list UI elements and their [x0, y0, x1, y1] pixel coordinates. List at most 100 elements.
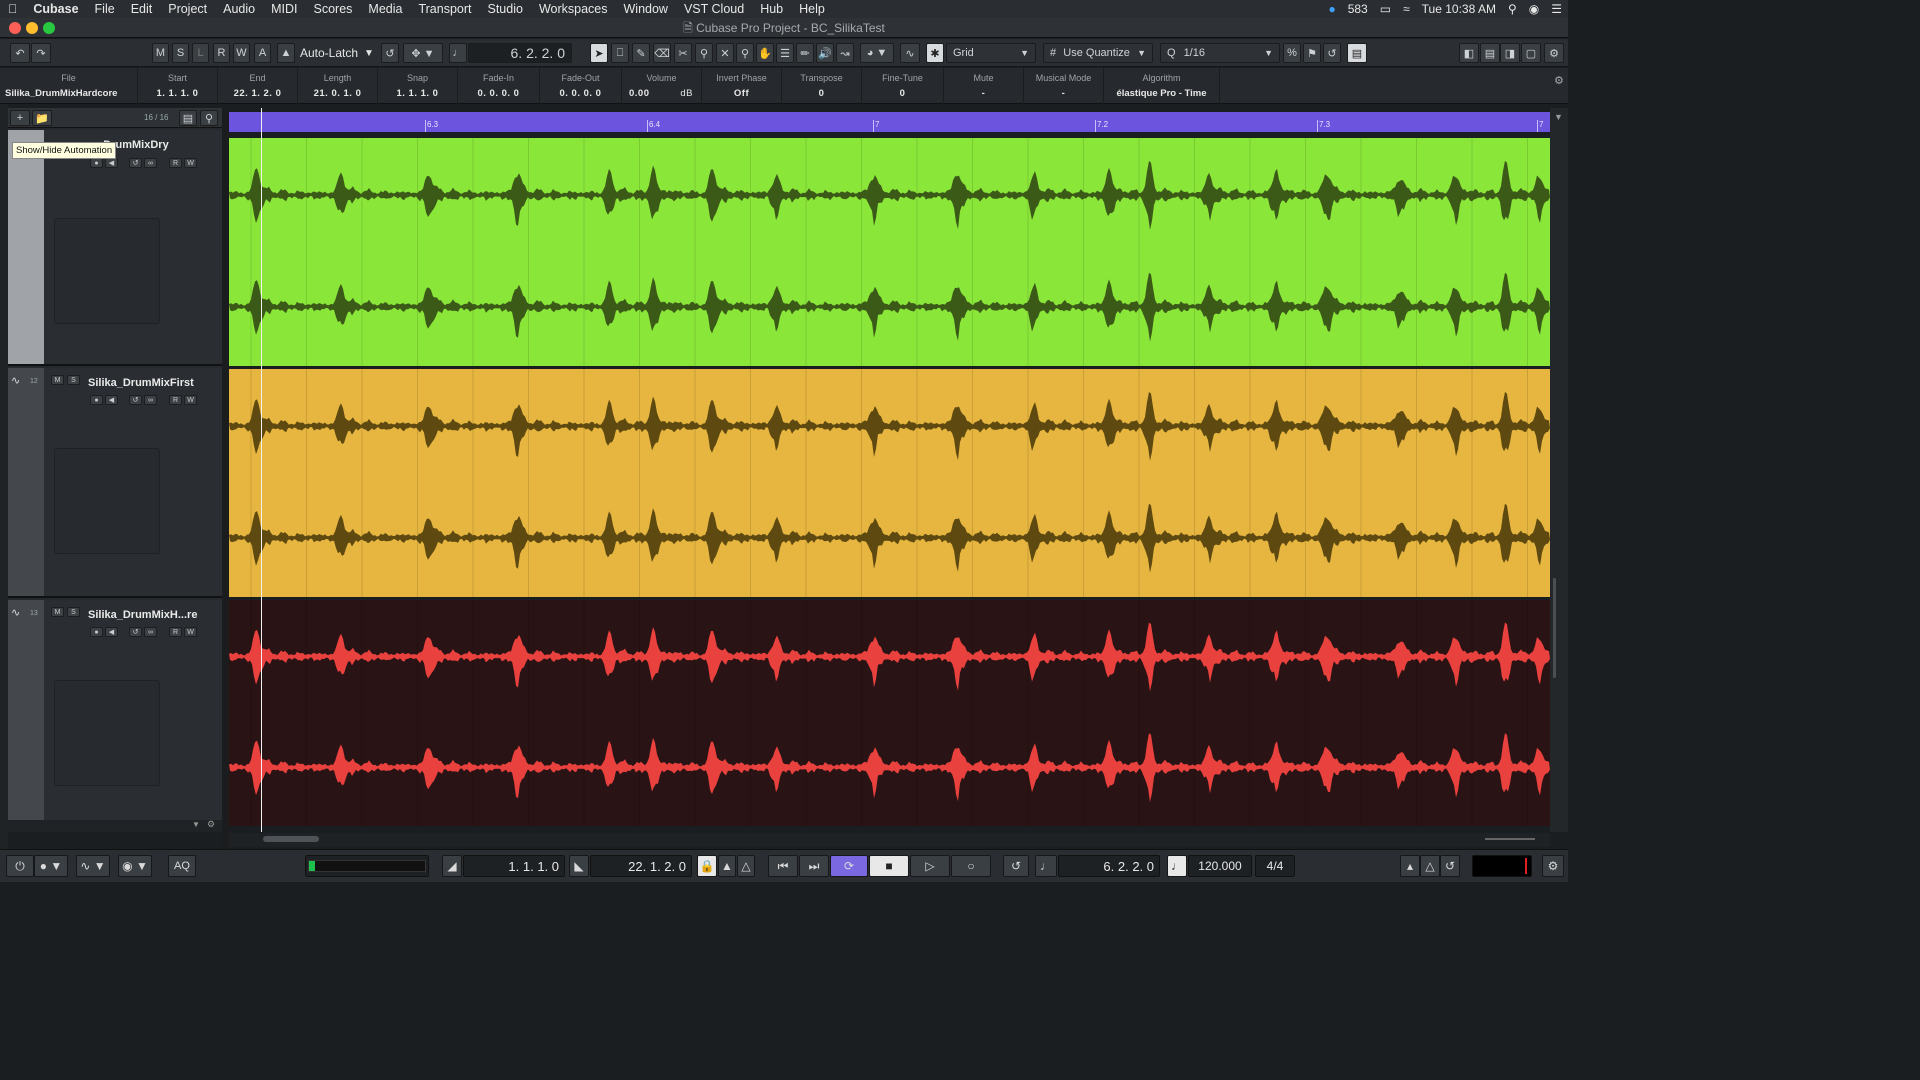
menu-workspaces[interactable]: Workspaces — [531, 2, 616, 16]
cycle-icon[interactable]: ⟳ — [830, 855, 868, 877]
chevron-down-icon[interactable]: ▼ — [364, 43, 374, 63]
midi-activity-icon[interactable]: ◉ ▼ — [118, 855, 152, 877]
track-name[interactable]: Silika_DrumMixH...re — [88, 609, 197, 621]
lanes-icon[interactable]: ∞ — [144, 158, 157, 168]
follow-icon[interactable]: ↺ — [1003, 855, 1029, 877]
info-volume[interactable]: Volume 0.00 dB — [622, 68, 702, 104]
split-tool-icon[interactable]: ✎ — [632, 43, 650, 63]
quantize-value-select[interactable]: Q 1/16 ▼ — [1160, 43, 1280, 63]
tempo-track-icon[interactable]: ♩ — [1167, 855, 1187, 877]
left-locator-display[interactable]: 1. 1. 1. 0 — [463, 855, 565, 877]
record-mode-icon[interactable]: ● ▼ — [34, 855, 68, 877]
left-locator-icon[interactable]: ◢ — [442, 855, 462, 877]
info-end[interactable]: End 22. 1. 2. 0 — [218, 68, 298, 104]
track-name[interactable]: Silika_DrumMixFirst — [88, 377, 194, 389]
gear-icon[interactable]: ⚙ — [1542, 855, 1564, 877]
mute-button[interactable]: M — [51, 375, 64, 385]
zoom-window-button[interactable] — [43, 22, 55, 34]
position-display[interactable]: 6. 2. 2. 0 — [468, 43, 572, 63]
lower-zone-toggle-icon[interactable]: ▤ — [1480, 43, 1500, 63]
left-zone-icon[interactable]: ◧ — [1459, 43, 1479, 63]
info-mute[interactable]: Mute - — [944, 68, 1024, 104]
chevron-down-icon[interactable]: ▼ — [1554, 112, 1563, 122]
undo-icon[interactable]: ↶ — [10, 43, 30, 63]
erase-tool-icon[interactable]: ⌫ — [653, 43, 671, 63]
info-invert-phase[interactable]: Invert Phase Off — [702, 68, 782, 104]
record-icon[interactable]: ○ — [951, 855, 991, 877]
range-tool-icon[interactable]: ⎕ — [611, 43, 629, 63]
spotlight-icon[interactable]: ⚲ — [1508, 2, 1517, 16]
listen-state-button[interactable]: L — [192, 43, 209, 63]
metronome-note-icon[interactable]: ♩ — [449, 43, 467, 63]
search-icon[interactable]: ⚲ — [200, 110, 218, 126]
siri-icon[interactable]: ◉ — [1529, 2, 1539, 16]
speaker-tool-icon[interactable]: 🔊 — [816, 43, 834, 63]
lock-icon[interactable]: 🔒 — [697, 855, 717, 877]
lower-zone-icon[interactable]: ▤ — [1347, 43, 1367, 63]
comp-tool-icon[interactable]: ☰ — [776, 43, 794, 63]
menu-midi[interactable]: MIDI — [263, 2, 305, 16]
lanes-icon[interactable]: ∞ — [144, 395, 157, 405]
record-enable-icon[interactable]: ● — [90, 627, 103, 637]
right-locator-display[interactable]: 22. 1. 2. 0 — [590, 855, 692, 877]
write-automation-button[interactable]: W — [184, 627, 197, 637]
solo-state-button[interactable]: S — [172, 43, 189, 63]
monitor-icon[interactable]: ◀ — [105, 627, 118, 637]
menu-studio[interactable]: Studio — [480, 2, 531, 16]
folder-icon[interactable]: 📁 — [32, 110, 52, 126]
monitor-state-button[interactable]: A — [254, 43, 271, 63]
color-tool-icon[interactable]: ◕ ▼ — [860, 43, 894, 63]
monitor-icon[interactable]: ◀ — [105, 395, 118, 405]
menu-help[interactable]: Help — [791, 2, 833, 16]
audio-performance-icon[interactable]: ∿ ▼ — [76, 855, 110, 877]
clock[interactable]: Tue 10:38 AM — [1422, 2, 1496, 16]
track-drummixdry[interactable]: ..._DrumMixDry ● ◀ ↺ ∞ R W — [8, 130, 222, 366]
write-automation-button[interactable]: W — [184, 158, 197, 168]
hand-tool-icon[interactable]: ✋ — [756, 43, 774, 63]
quantize-mode-select[interactable]: # Use Quantize ▼ — [1043, 43, 1153, 63]
automation-mode-select[interactable]: Auto-Latch — [300, 43, 358, 63]
wifi-icon[interactable]: ≈ — [1403, 2, 1410, 16]
gear-icon[interactable]: ⚙ — [207, 819, 215, 830]
mute-button[interactable]: M — [51, 607, 64, 617]
tracklist-divider[interactable] — [222, 108, 229, 849]
menu-hub[interactable]: Hub — [752, 2, 791, 16]
scroll-thumb[interactable] — [1553, 578, 1556, 678]
solo-button[interactable]: S — [67, 607, 80, 617]
zoom-tool-icon[interactable]: ⚲ — [695, 43, 713, 63]
vertical-scrollbar[interactable]: ▼ — [1550, 108, 1568, 832]
click-icon[interactable]: ▴ — [1400, 855, 1420, 877]
stop-icon[interactable]: ■ — [869, 855, 909, 877]
timebase-icon[interactable]: ↺ — [129, 627, 142, 637]
display-icon[interactable]: ▭ — [1380, 2, 1391, 16]
info-musical-mode[interactable]: Musical Mode - — [1024, 68, 1104, 104]
track-drummixhardcore[interactable]: ∿ 13 M S Silika_DrumMixH...re ● ◀ ↺ ∞ R … — [8, 600, 222, 830]
read-state-button[interactable]: R — [213, 43, 230, 63]
auto-scroll-icon[interactable]: ↺ — [381, 43, 399, 63]
close-window-button[interactable] — [9, 22, 21, 34]
record-enable-icon[interactable]: ● — [90, 158, 103, 168]
warp-tool-icon[interactable]: ↝ — [836, 43, 854, 63]
mute-state-button[interactable]: M — [152, 43, 169, 63]
menu-transport[interactable]: Transport — [410, 2, 479, 16]
minimize-window-button[interactable] — [26, 22, 38, 34]
menu-scores[interactable]: Scores — [306, 2, 361, 16]
menu-vst-cloud[interactable]: VST Cloud — [676, 2, 752, 16]
info-file[interactable]: File Silika_DrumMixHardcore — [0, 68, 138, 104]
gear-icon[interactable]: ⚙ — [1544, 43, 1564, 63]
info-transpose[interactable]: Transpose 0 — [782, 68, 862, 104]
menu-edit[interactable]: Edit — [123, 2, 161, 16]
horizontal-scrollbar[interactable] — [229, 833, 1550, 847]
track-visibility-icon[interactable]: ▤ — [179, 110, 197, 126]
audio-event-drummixhardcore[interactable] — [229, 600, 1550, 826]
chevron-down-icon[interactable]: ▼ — [192, 820, 200, 829]
punch-out-icon[interactable]: △ — [737, 855, 755, 877]
snap-toggle-icon[interactable]: ✱ — [926, 43, 944, 63]
aq-button[interactable]: AQ — [168, 855, 196, 877]
gear-icon[interactable]: ⚙ — [1554, 74, 1564, 87]
record-enable-icon[interactable]: ● — [90, 395, 103, 405]
primary-time-display[interactable]: 6. 2. 2. 0 — [1058, 855, 1160, 877]
object-selection-tool-icon[interactable]: ➤ — [590, 43, 608, 63]
go-to-next-marker-icon[interactable]: ⏭ — [799, 855, 829, 877]
menu-window[interactable]: Window — [616, 2, 676, 16]
